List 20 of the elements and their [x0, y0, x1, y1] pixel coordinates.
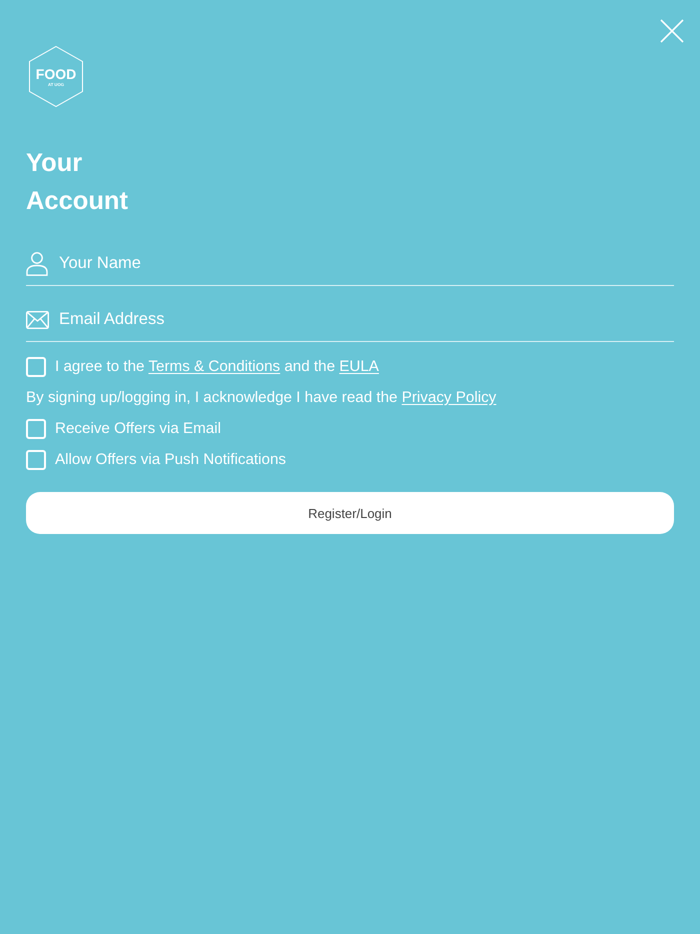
logo-title: FOOD [36, 66, 76, 82]
email-input[interactable]: Email Address [59, 308, 674, 331]
person-icon [26, 252, 48, 276]
privacy-notice: By signing up/logging in, I acknowledge I have read the Privacy Policy [26, 389, 496, 406]
checkbox[interactable] [26, 418, 46, 438]
close-button[interactable] [660, 19, 684, 43]
agreement-text: I agree to the Terms & Conditions and the EULA [55, 358, 379, 375]
option-label: Allow Offers via Push Notifications [55, 451, 286, 468]
envelope-icon [26, 310, 49, 328]
option-label: Receive Offers via Email [55, 420, 221, 437]
text-link[interactable]: Terms & Conditions [148, 358, 280, 375]
register-login-button[interactable]: Register/Login [26, 492, 674, 534]
checkbox[interactable] [26, 356, 46, 376]
checkbox[interactable] [26, 450, 46, 470]
name-input[interactable]: Your Name [59, 252, 674, 275]
close-icon [660, 19, 684, 43]
privacy-link[interactable]: Privacy Policy [402, 389, 496, 406]
hexagon-logo-icon [29, 46, 83, 107]
text-link[interactable]: EULA [339, 358, 379, 375]
page-title: Your Account [26, 148, 128, 217]
